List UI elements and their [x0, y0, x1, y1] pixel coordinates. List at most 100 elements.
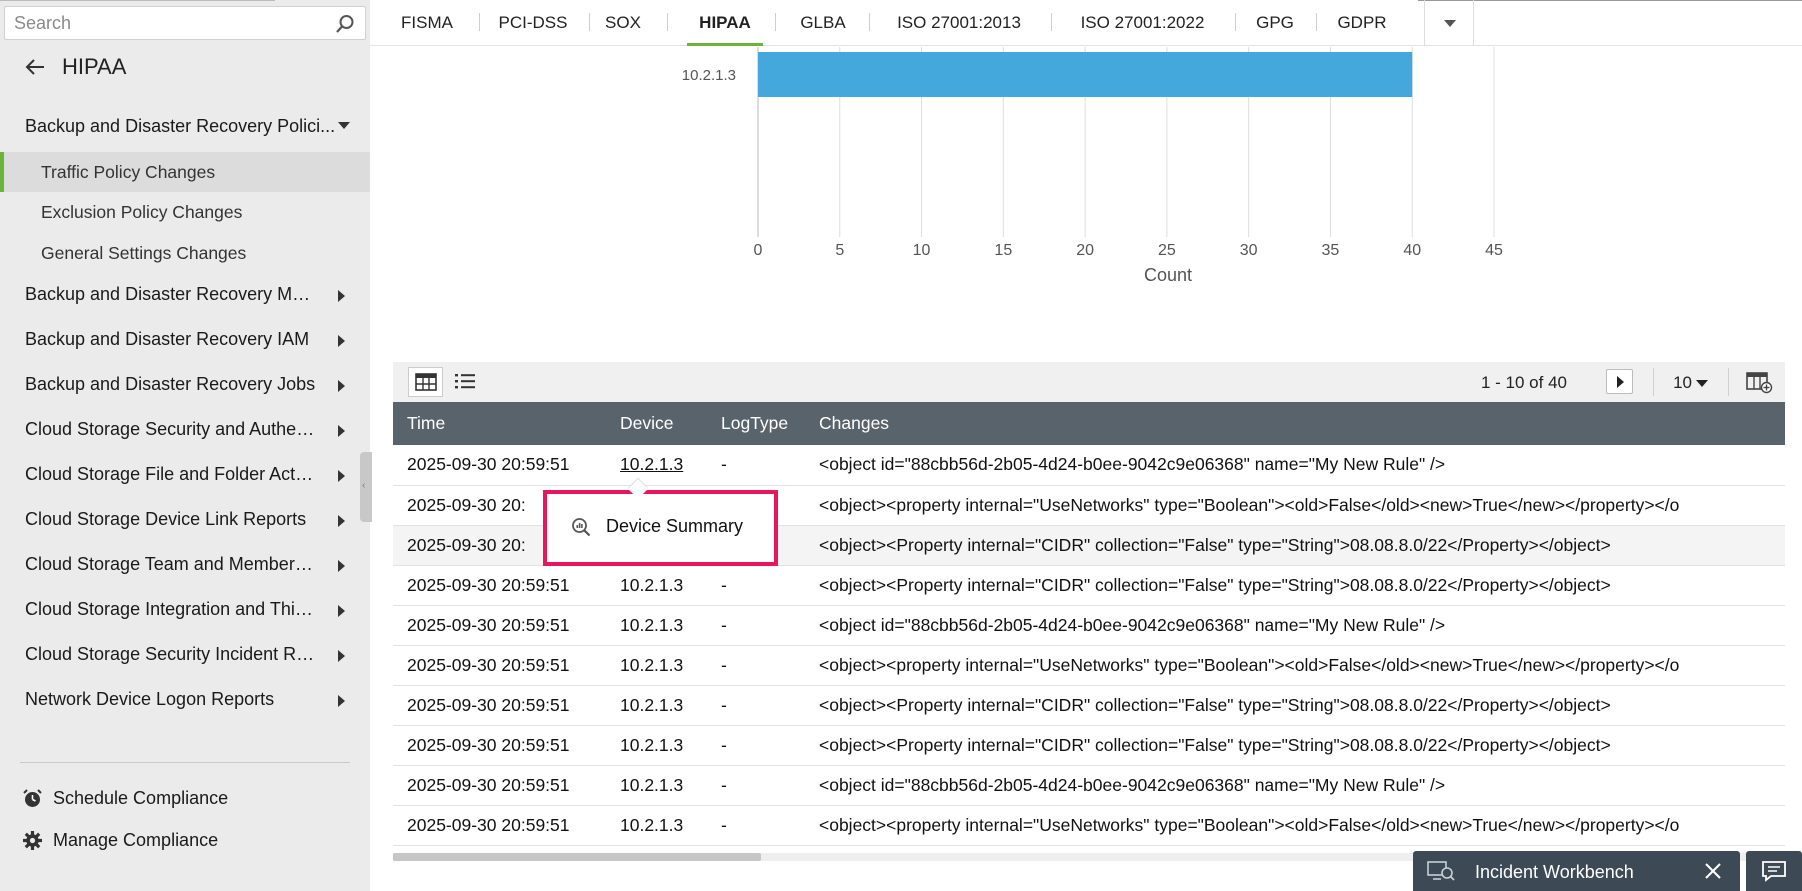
cell-device[interactable]: 10.2.1.3	[606, 685, 707, 726]
chat-button[interactable]	[1746, 851, 1802, 891]
column-header-logtype[interactable]: LogType	[707, 402, 805, 445]
table-view-button[interactable]	[408, 367, 443, 397]
cell-device-link[interactable]: 10.2.1.3	[606, 445, 707, 486]
close-icon[interactable]	[1703, 861, 1723, 881]
device-search-icon	[572, 518, 591, 537]
table-row: 2025-09-30 20:59:51 10.2.1.3- <object><Pro…	[393, 565, 1785, 606]
x-tick-label: 15	[994, 242, 1012, 259]
tab-gpg[interactable]: GPG	[1256, 0, 1294, 46]
cell-logtype: -	[707, 765, 805, 806]
scrollbar-thumb[interactable]	[393, 853, 761, 861]
sidebar-item-label: Cloud Storage Device Link Reports	[25, 509, 307, 529]
sidebar-collapse-handle[interactable]: ‹	[360, 452, 372, 522]
x-axis-title: Count	[1144, 265, 1192, 285]
sidebar-item-label: Cloud Storage Team and Member M...	[25, 554, 317, 574]
tab-pci-dss[interactable]: PCI-DSS	[495, 0, 571, 46]
schedule-compliance-link[interactable]: Schedule Compliance	[22, 788, 228, 809]
cell-device[interactable]: 10.2.1.3	[606, 805, 707, 846]
tab-hipaa[interactable]: HIPAA	[687, 0, 763, 46]
cell-time: 2025-09-30 20:59:51	[393, 765, 606, 806]
sidebar-sub-traffic-policy[interactable]: Traffic Policy Changes	[0, 152, 370, 192]
sidebar-item-0[interactable]: Backup and Disaster Recovery Mal...	[25, 284, 345, 305]
list-view-button[interactable]	[448, 367, 483, 397]
table-row: 2025-09-30 20:59:51 10.2.1.3- <object id="…	[393, 605, 1785, 646]
cell-device[interactable]: 10.2.1.3	[606, 725, 707, 766]
cell-device[interactable]: 10.2.1.3	[606, 605, 707, 646]
search-icon[interactable]	[335, 14, 355, 34]
tab-gdpr[interactable]: GDPR	[1337, 0, 1387, 46]
chevron-right-icon	[338, 335, 345, 347]
sidebar-item-9[interactable]: Network Device Logon Reports	[25, 689, 345, 710]
device-summary-popup[interactable]: Device Summary	[543, 479, 778, 566]
page-size-dropdown[interactable]: 10	[1673, 373, 1708, 393]
tab-iso-27001-2022[interactable]: ISO 27001:2022	[1072, 0, 1213, 46]
cell-changes: <object><Property internal="CIDR" collec…	[805, 565, 1785, 606]
sidebar-item-label: Backup and Disaster Recovery IAM	[25, 329, 310, 349]
sidebar-sub-general-settings[interactable]: General Settings Changes	[0, 233, 370, 273]
chart-area: 0 5 10 15 20 25 30 35 40 45 10.2.1.3 Count	[370, 47, 1802, 367]
cell-device[interactable]: 10.2.1.3	[606, 565, 707, 606]
sidebar-item-5[interactable]: Cloud Storage Device Link Reports	[25, 509, 345, 530]
sidebar-item-4[interactable]: Cloud Storage File and Folder Activi...	[25, 464, 345, 485]
tab-sox[interactable]: SOX	[604, 0, 642, 46]
incident-workbench-bar[interactable]: Incident Workbench	[1413, 851, 1740, 891]
sidebar-item-6[interactable]: Cloud Storage Team and Member M...	[25, 554, 345, 575]
tabs-more-dropdown[interactable]	[1424, 0, 1474, 46]
gear-icon	[23, 831, 42, 850]
sidebar-item-label: Cloud Storage File and Folder Activi...	[25, 464, 317, 484]
chevron-right-icon	[338, 380, 345, 392]
report-table: Time Device LogType Changes 2025-09-30 2…	[393, 402, 1785, 846]
chevron-left-icon: ‹	[362, 480, 366, 491]
pagination-text: 1 - 10 of 40	[1480, 373, 1567, 392]
table-row: 2025-09-30 20:59:51 10.2.1.3- <object><pro…	[393, 645, 1785, 686]
next-page-button[interactable]	[1606, 369, 1633, 394]
manage-compliance-link[interactable]: Manage Compliance	[22, 830, 218, 851]
sidebar-item-8[interactable]: Cloud Storage Security Incident Rep...	[25, 644, 345, 665]
sidebar-item-2[interactable]: Backup and Disaster Recovery Jobs	[25, 374, 345, 395]
cell-device[interactable]: 10.2.1.3	[606, 645, 707, 686]
bar-mark[interactable]	[758, 52, 1413, 97]
table-row: 2025-09-30 20:59:51 10.2.1.3- <object><Pro…	[393, 725, 1785, 766]
x-tick-label: 5	[835, 242, 844, 259]
x-tick-label: 0	[754, 242, 763, 259]
caret-down-icon	[1444, 20, 1456, 27]
sidebar-group-backup-policies[interactable]: Backup and Disaster Recovery Polici...	[25, 116, 350, 137]
chevron-right-icon	[338, 515, 345, 527]
back-link[interactable]: HIPAA	[24, 52, 126, 82]
chevron-right-icon	[338, 425, 345, 437]
column-header-time[interactable]: Time	[393, 402, 606, 445]
sidebar-item-label: Network Device Logon Reports	[25, 689, 275, 709]
tabs-top-line	[1418, 0, 1802, 1]
tab-fisma[interactable]: FISMA	[399, 0, 455, 46]
tab-iso-27001-2013[interactable]: ISO 27001:2013	[888, 0, 1030, 46]
search-input[interactable]	[5, 7, 325, 39]
sidebar-top-line	[0, 0, 275, 1]
sidebar-item-3[interactable]: Cloud Storage Security and Authen...	[25, 419, 345, 440]
column-chooser-icon[interactable]	[1745, 370, 1773, 394]
toolbar-separator	[1653, 368, 1654, 396]
cell-logtype: -	[707, 605, 805, 646]
sidebar-item-7[interactable]: Cloud Storage Integration and Third ...	[25, 599, 345, 620]
page-size-value: 10	[1673, 373, 1692, 392]
sidebar-item-label: Backup and Disaster Recovery Jobs	[25, 374, 316, 394]
chevron-right-icon	[338, 650, 345, 662]
sidebar-item-1[interactable]: Backup and Disaster Recovery IAM	[25, 329, 345, 350]
table-row: 2025-09-30 20:59:51 10.2.1.3- <object id="…	[393, 765, 1785, 806]
cell-logtype: -	[707, 565, 805, 606]
cell-device[interactable]: 10.2.1.3	[606, 765, 707, 806]
bar-chart: 0 5 10 15 20 25 30 35 40 45 10.2.1.3 Count	[682, 47, 1503, 285]
chevron-right-icon	[338, 290, 345, 302]
column-header-changes[interactable]: Changes	[805, 402, 1785, 445]
column-header-device[interactable]: Device	[606, 402, 707, 445]
chevron-right-icon	[338, 560, 345, 572]
cell-changes: <object id="88cbb56d-2b05-4d24-b0ee-9042…	[805, 445, 1785, 486]
cell-time: 2025-09-30 20:59:51	[393, 805, 606, 846]
back-arrow-icon	[25, 59, 44, 75]
cell-logtype: -	[707, 725, 805, 766]
cell-changes: <object id="88cbb56d-2b05-4d24-b0ee-9042…	[805, 765, 1785, 806]
x-tick-label: 45	[1485, 242, 1503, 259]
table-header-row: Time Device LogType Changes	[393, 402, 1785, 445]
sidebar-sub-exclusion-policy[interactable]: Exclusion Policy Changes	[0, 192, 370, 232]
chevron-right-icon	[338, 605, 345, 617]
tab-glba[interactable]: GLBA	[799, 0, 847, 46]
